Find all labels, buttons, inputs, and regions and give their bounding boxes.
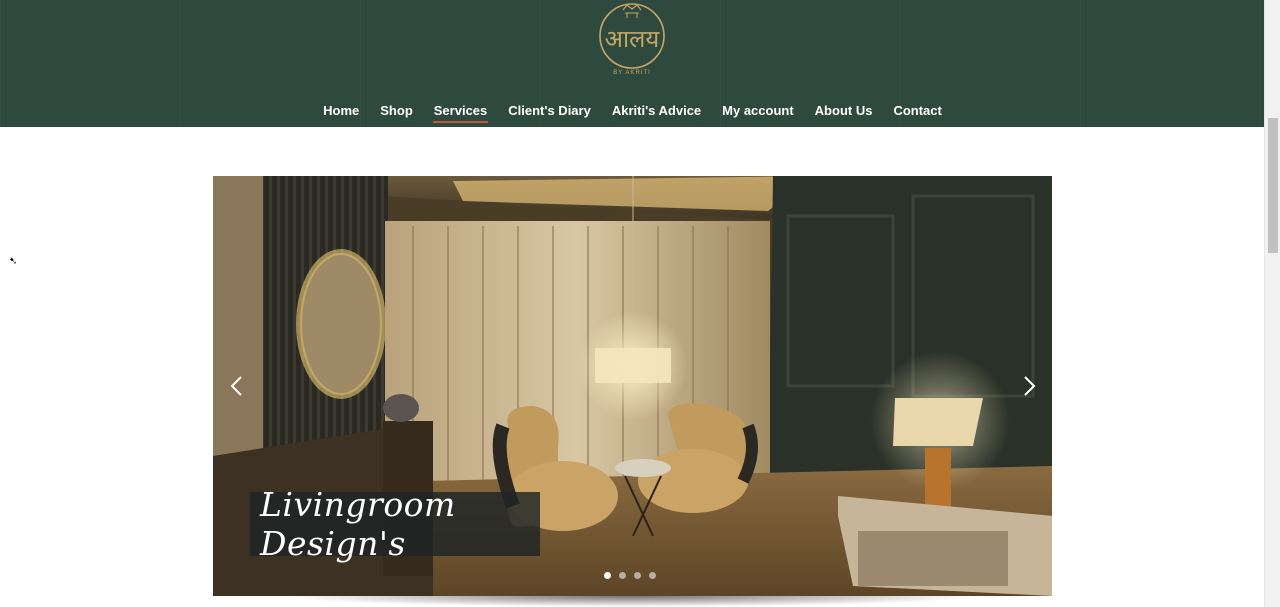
nav-contact[interactable]: Contact xyxy=(883,100,952,123)
slide-caption: Livingroom Design's xyxy=(250,485,540,563)
nav-akritis-advice[interactable]: Akriti's Advice xyxy=(601,100,711,123)
scrollbar-thumb[interactable] xyxy=(1268,118,1278,253)
slider-dot-1[interactable] xyxy=(604,572,611,579)
slider-dot-3[interactable] xyxy=(634,572,641,579)
nav-clients-diary[interactable]: Client's Diary xyxy=(498,100,602,123)
site-header: आलय BY AKRITI Home Shop Services Client'… xyxy=(0,0,1265,127)
slider-pagination xyxy=(604,572,656,579)
brand-logo[interactable]: आलय xyxy=(597,2,667,80)
nav-shop[interactable]: Shop xyxy=(370,100,424,123)
nav-my-account[interactable]: My account xyxy=(712,100,805,123)
slider-dot-4[interactable] xyxy=(649,572,656,579)
slider-dot-2[interactable] xyxy=(619,572,626,579)
nav-services[interactable]: Services xyxy=(423,100,498,123)
chevron-right-icon[interactable] xyxy=(1017,374,1039,398)
nav-about-us[interactable]: About Us xyxy=(804,100,883,123)
svg-text:आलय: आलय xyxy=(605,25,661,53)
chevron-left-icon[interactable] xyxy=(227,374,249,398)
slide-caption-text: Livingroom Design's xyxy=(260,485,456,563)
slider-shadow xyxy=(280,596,980,607)
cursor-icon: ➷ xyxy=(9,256,18,267)
page-scrollbar[interactable] xyxy=(1264,0,1280,607)
main-nav: Home Shop Services Client's Diary Akriti… xyxy=(0,100,1265,123)
nav-home[interactable]: Home xyxy=(313,100,370,123)
brand-tagline: BY AKRITI xyxy=(613,70,651,76)
